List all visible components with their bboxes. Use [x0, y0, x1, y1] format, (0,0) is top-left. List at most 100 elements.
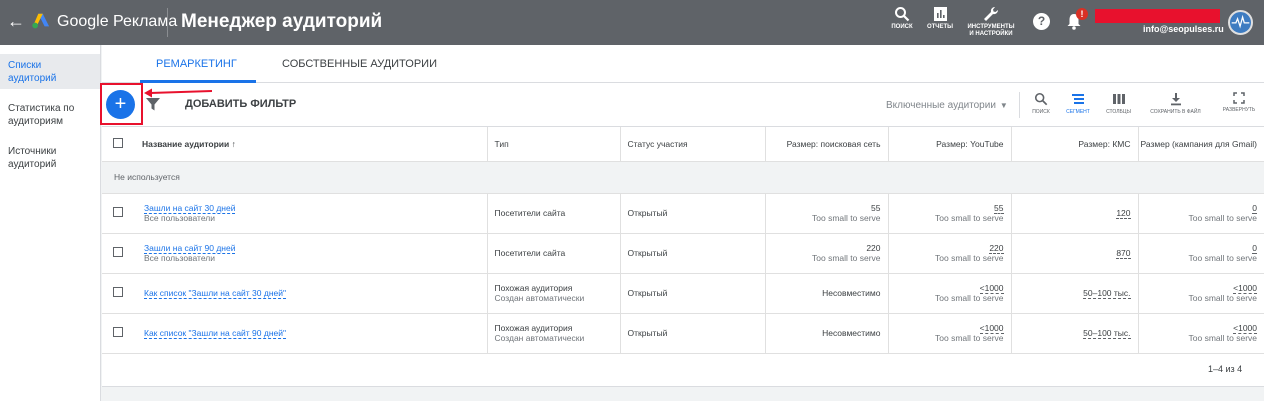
col-header-type[interactable]: Тип — [487, 127, 621, 162]
col-header-status[interactable]: Статус участия — [620, 127, 766, 162]
header-search-button[interactable]: ПОИСК — [889, 6, 915, 31]
search-size-value: 220 — [866, 243, 881, 253]
audience-sub: Все пользователи — [144, 213, 215, 223]
row-checkbox[interactable] — [113, 247, 123, 257]
gmail-size-note: Too small to serve — [1188, 293, 1258, 303]
type-cell: Посетители сайта — [487, 193, 621, 234]
col-header-kms-size[interactable]: Размер: КМС — [1011, 127, 1139, 162]
add-audience-button[interactable]: + — [106, 90, 135, 119]
kms-size-value[interactable]: 120 — [1116, 208, 1131, 219]
tab-remarketing[interactable]: РЕМАРКЕТИНГ — [156, 58, 237, 70]
kms-size-value[interactable]: 50–100 тыс. — [1083, 288, 1131, 299]
sidebar-item-audience-stats[interactable]: Статистика по аудиториям — [0, 102, 100, 128]
table-footer — [102, 386, 1264, 401]
type-cell: Похожая аудитория Создан автоматически — [487, 313, 621, 354]
header-tools-button[interactable]: ИНСТРУМЕНТЫ И НАСТРОЙКИ — [964, 6, 1018, 38]
youtube-size-cell: 55 Too small to serve — [888, 193, 1012, 234]
redacted-account-name — [1095, 9, 1220, 23]
search-size-cell: Несовместимо — [765, 273, 889, 314]
select-all-checkbox[interactable] — [113, 137, 123, 148]
tool-search[interactable]: ПОИСК — [1028, 92, 1054, 115]
brand-name[interactable]: Google Реклама — [57, 13, 177, 31]
sort-arrow-up-icon: ↑ — [231, 138, 236, 149]
type-note: Создан автоматически — [494, 333, 585, 343]
youtube-size-note: Too small to serve — [935, 333, 1004, 343]
search-size-cell: 220 Too small to serve — [765, 233, 889, 274]
gmail-size-cell: <1000 Too small to serve — [1138, 273, 1264, 314]
name-cell: Как список "Зашли на сайт 30 дней" — [134, 273, 488, 314]
sidebar: Списки аудиторий Статистика по аудитория… — [0, 45, 101, 401]
type-value: Похожая аудитория — [494, 323, 573, 333]
tool-download[interactable]: СОХРАНИТЬ В ФАЙЛ — [1142, 92, 1209, 115]
included-audiences-dropdown[interactable]: Включенные аудитории ▼ — [886, 100, 1008, 111]
tool-expand[interactable]: РАЗВЕРНУТЬ — [1218, 92, 1260, 113]
row-checkbox[interactable] — [113, 207, 123, 217]
search-size-note: Too small to serve — [812, 213, 881, 223]
type-value: Похожая аудитория — [494, 283, 573, 293]
search-icon — [1034, 92, 1048, 106]
status-cell: Открытый — [620, 233, 766, 274]
group-label: Не используется — [102, 161, 1264, 194]
audience-link[interactable]: Как список "Зашли на сайт 30 дней" — [144, 288, 287, 299]
col-header-gmail-size[interactable]: Размер (кампания для Gmail) — [1138, 127, 1264, 162]
columns-icon — [1112, 94, 1125, 104]
sidebar-item-audience-lists[interactable]: Списки аудиторий — [0, 54, 100, 89]
header-reports-button[interactable]: ОТЧЕТЫ — [926, 6, 954, 31]
main-panel: РЕМАРКЕТИНГ СОБСТВЕННЫЕ АУДИТОРИИ + ДОБА… — [100, 45, 1264, 401]
gmail-size-note: Too small to serve — [1188, 253, 1258, 263]
sidebar-item-audience-sources[interactable]: Источники аудиторий — [0, 145, 100, 171]
type-note: Создан автоматически — [494, 293, 585, 303]
select-all-cell — [102, 127, 134, 162]
table-header-row: Название аудитории ↑ Тип Статус участия … — [102, 127, 1264, 162]
table-row: Как список "Зашли на сайт 90 дней" Похож… — [102, 313, 1264, 354]
tool-search-label: ПОИСК — [1032, 109, 1050, 115]
youtube-size-cell: <1000 Too small to serve — [888, 313, 1012, 354]
row-select-cell — [102, 233, 134, 274]
name-cell: Как список "Зашли на сайт 90 дней" — [134, 313, 488, 354]
audience-table: Название аудитории ↑ Тип Статус участия … — [102, 127, 1264, 354]
tool-download-label: СОХРАНИТЬ В ФАЙЛ — [1150, 109, 1201, 115]
kms-size-cell: 50–100 тыс. — [1011, 273, 1139, 314]
wrench-icon — [984, 6, 999, 21]
group-row: Не используется — [102, 161, 1264, 194]
top-bar: ← Google Реклама Менеджер аудиторий ПОИС… — [0, 0, 1264, 45]
tool-expand-label: РАЗВЕРНУТЬ — [1222, 107, 1256, 113]
status-cell: Открытый — [620, 273, 766, 314]
row-checkbox[interactable] — [113, 327, 123, 337]
gmail-size-cell: <1000 Too small to serve — [1138, 313, 1264, 354]
row-select-cell — [102, 273, 134, 314]
col-header-search-size[interactable]: Размер: поисковая сеть — [765, 127, 889, 162]
type-cell: Похожая аудитория Создан автоматически — [487, 273, 621, 314]
header-search-label: ПОИСК — [891, 24, 913, 30]
filter-icon[interactable] — [146, 98, 160, 111]
segment-icon — [1072, 94, 1084, 104]
youtube-size-note: Too small to serve — [935, 293, 1004, 303]
col-header-name[interactable]: Название аудитории ↑ — [134, 127, 488, 162]
audience-sub: Все пользователи — [144, 253, 215, 263]
tool-segment[interactable]: СЕГМЕНТ — [1063, 92, 1093, 115]
tab-own-audiences[interactable]: СОБСТВЕННЫЕ АУДИТОРИИ — [282, 58, 437, 70]
account-email[interactable]: info@seopulses.ru — [1143, 24, 1224, 34]
search-size-note: Too small to serve — [812, 253, 881, 263]
caret-down-icon: ▼ — [999, 101, 1008, 110]
audience-link[interactable]: Как список "Зашли на сайт 90 дней" — [144, 328, 287, 339]
header-tools-label-2: И НАСТРОЙКИ — [969, 31, 1013, 37]
add-filter-button[interactable]: ДОБАВИТЬ ФИЛЬТР — [185, 98, 296, 110]
youtube-size-note: Too small to serve — [935, 253, 1004, 263]
tab-bar: РЕМАРКЕТИНГ СОБСТВЕННЫЕ АУДИТОРИИ — [102, 45, 1264, 83]
tool-columns[interactable]: СТОЛБЦЫ — [1102, 92, 1135, 115]
kms-size-value[interactable]: 50–100 тыс. — [1083, 328, 1131, 339]
header-tools-label-1: ИНСТРУМЕНТЫ — [967, 24, 1015, 30]
name-cell: Зашли на сайт 90 дней Все пользователи — [134, 233, 488, 274]
kms-size-cell: 50–100 тыс. — [1011, 313, 1139, 354]
row-checkbox[interactable] — [113, 287, 123, 297]
help-icon[interactable]: ? — [1033, 13, 1050, 30]
fullscreen-icon — [1233, 92, 1245, 104]
avatar[interactable] — [1228, 10, 1253, 35]
name-cell: Зашли на сайт 30 дней Все пользователи — [134, 193, 488, 234]
table-row: Зашли на сайт 30 дней Все пользователи По… — [102, 193, 1264, 234]
col-header-youtube-size[interactable]: Размер: YouTube — [888, 127, 1012, 162]
table-row: Как список "Зашли на сайт 30 дней" Похож… — [102, 273, 1264, 314]
kms-size-value[interactable]: 870 — [1116, 248, 1131, 259]
arrow-left-icon[interactable]: ← — [7, 11, 25, 32]
